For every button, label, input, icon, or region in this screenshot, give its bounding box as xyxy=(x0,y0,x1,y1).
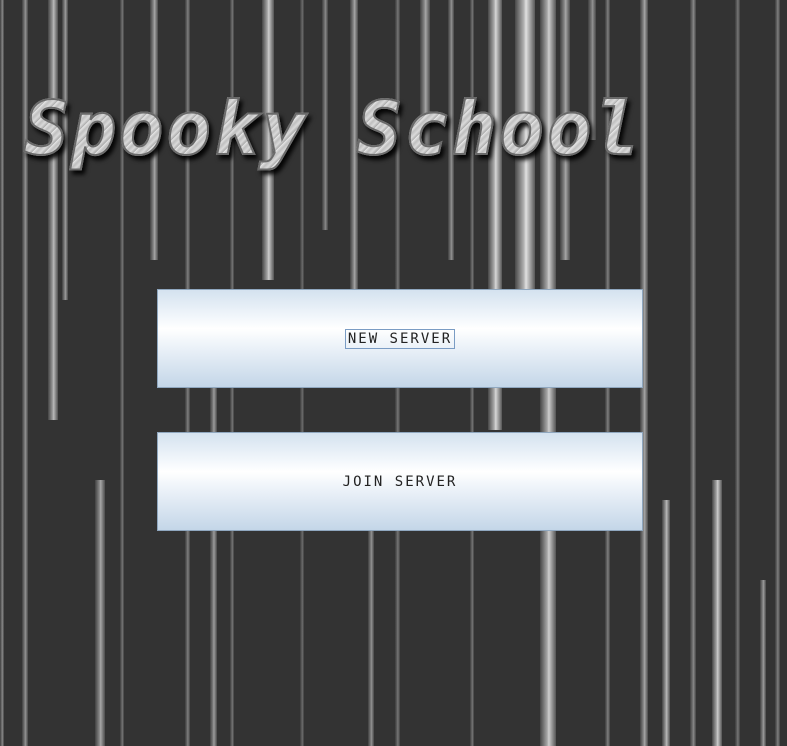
light-streak xyxy=(0,0,4,746)
game-window: Spooky School NEW SERVER JOIN SERVER xyxy=(0,0,787,746)
join-server-button[interactable]: JOIN SERVER xyxy=(157,432,643,531)
light-streak xyxy=(662,500,670,746)
game-title: Spooky School xyxy=(23,84,764,174)
new-server-label: NEW SERVER xyxy=(344,328,456,349)
light-streak xyxy=(95,480,105,746)
light-streak xyxy=(760,580,766,746)
light-streak xyxy=(712,480,722,746)
new-server-button[interactable]: NEW SERVER xyxy=(157,289,643,388)
light-streak xyxy=(368,530,374,746)
light-streak xyxy=(775,0,780,746)
join-server-label: JOIN SERVER xyxy=(342,473,458,490)
light-streak xyxy=(48,0,58,420)
